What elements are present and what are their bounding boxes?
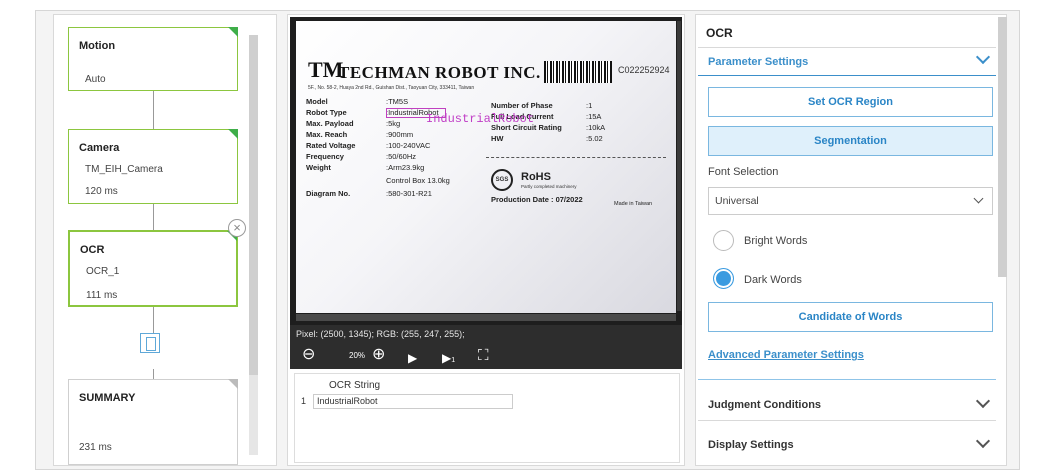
image-horizontal-scrollbar[interactable] — [296, 314, 676, 321]
chevron-up-icon[interactable] — [975, 49, 991, 65]
parameter-settings-header[interactable]: Parameter Settings — [708, 56, 808, 68]
close-node-icon[interactable]: × — [228, 219, 246, 237]
node-title: SUMMARY — [79, 392, 136, 404]
font-selection-select[interactable]: Universal — [708, 187, 993, 215]
flow-node-ocr[interactable]: OCR OCR_1 111 ms — [68, 230, 238, 307]
zoom-in-icon[interactable]: ⊕ — [372, 347, 385, 363]
spec-value: :1 — [586, 101, 593, 110]
node-title: OCR — [80, 244, 105, 256]
flow-connector — [153, 91, 154, 129]
zoom-out-icon[interactable]: ⊖ — [302, 347, 315, 363]
ocr-result-overlay: IndustrialRobot — [426, 112, 535, 126]
spec-value: :5.02 — [586, 134, 603, 143]
divider — [698, 75, 996, 76]
image-vertical-scrollbar[interactable] — [677, 21, 681, 311]
ocr-result-table: OCR String 1 IndustrialRobot — [294, 373, 680, 463]
font-selection-value: Universal — [715, 195, 759, 207]
display-settings-header[interactable]: Display Settings — [708, 439, 794, 451]
spec-key: HW — [491, 134, 504, 143]
add-node-icon[interactable] — [140, 333, 160, 353]
flow-scrollbar[interactable] — [249, 35, 258, 455]
divider — [698, 47, 996, 48]
flow-connector — [153, 204, 154, 230]
spec-key: Weight — [306, 163, 331, 172]
fit-screen-icon[interactable]: ⛶ — [478, 348, 489, 364]
judgment-conditions-header[interactable]: Judgment Conditions — [708, 399, 821, 411]
step-play-icon[interactable]: ▶1 — [442, 350, 455, 369]
node-time: 120 ms — [85, 186, 118, 197]
divider — [698, 420, 996, 421]
spec-value: :900mm — [386, 130, 414, 139]
spec-value: :15A — [586, 112, 602, 121]
spec-key: Model — [306, 97, 328, 106]
node-name: OCR_1 — [86, 266, 120, 277]
panel-title: OCR — [706, 26, 733, 40]
spec-value: :580-301-R21 — [386, 189, 432, 198]
divider — [698, 379, 996, 380]
set-ocr-region-button[interactable]: Set OCR Region — [708, 87, 993, 117]
table-header: OCR String — [329, 380, 381, 391]
chevron-down-icon — [973, 193, 984, 204]
spec-key: Max. Reach — [306, 130, 348, 139]
node-time: 231 ms — [79, 442, 112, 453]
captured-label-image: TM TECHMAN ROBOT INC. 5F., No. 58-2, Hua… — [296, 21, 676, 313]
label-address: 5F., No. 58-2, Huaya 2nd Rd., Guishan Di… — [308, 85, 475, 91]
spec-value: Control Box 13.0kg — [386, 176, 450, 185]
flow-node-camera[interactable]: Camera TM_EIH_Camera 120 ms — [68, 129, 238, 204]
spec-value: :100-240VAC — [386, 141, 431, 150]
node-title: Motion — [79, 40, 116, 52]
bright-words-label: Bright Words — [744, 235, 808, 247]
node-time: 111 ms — [86, 290, 118, 301]
rohs-subtext: Partly completed machinery — [521, 184, 577, 189]
bright-words-radio[interactable] — [713, 230, 734, 251]
candidate-of-words-button[interactable]: Candidate of Words — [708, 302, 993, 332]
chevron-down-icon[interactable] — [975, 433, 991, 449]
node-corner-flag — [228, 379, 238, 389]
flow-node-motion[interactable]: Motion Auto — [68, 27, 238, 91]
label-company: TECHMAN ROBOT INC. — [338, 63, 541, 82]
barcode — [544, 61, 612, 83]
production-date: Production Date : 07/2022 — [491, 195, 583, 204]
made-in: Made in Taiwan — [614, 201, 653, 207]
rohs-mark: RoHS — [521, 171, 551, 183]
spec-value: :10kA — [586, 123, 606, 132]
label-serial: C022252924 — [618, 65, 670, 75]
label-divider — [486, 157, 666, 158]
segmentation-button[interactable]: Segmentation — [708, 126, 993, 156]
flow-panel: Motion Auto Camera TM_EIH_Camera 120 ms … — [53, 14, 277, 466]
settings-scrollbar[interactable] — [998, 17, 1007, 277]
spec-value: :50/60Hz — [386, 152, 417, 161]
dark-words-radio[interactable] — [713, 268, 734, 289]
dark-words-label: Dark Words — [744, 274, 802, 286]
advanced-parameter-settings-link[interactable]: Advanced Parameter Settings — [708, 349, 864, 361]
ocr-settings-panel: OCR Parameter Settings Set OCR Region Se… — [695, 14, 1007, 466]
spec-value: :5kg — [386, 119, 401, 128]
spec-value: :Arm23.9kg — [386, 163, 425, 172]
node-corner-flag — [228, 27, 238, 37]
viewer-toolbar: Pixel: (2500, 1345); RGB: (255, 247, 255… — [290, 325, 682, 369]
font-selection-label: Font Selection — [708, 166, 779, 178]
image-viewer-panel: TM TECHMAN ROBOT INC. 5F., No. 58-2, Hua… — [287, 14, 685, 466]
spec-key: Max. Payload — [306, 119, 354, 128]
spec-value: :TM5S — [386, 97, 409, 106]
spec-key: Frequency — [306, 152, 344, 161]
flow-scrollbar-thumb[interactable] — [249, 35, 258, 375]
flow-node-summary[interactable]: SUMMARY 231 ms — [68, 379, 238, 465]
node-title: Camera — [79, 142, 120, 154]
node-corner-flag — [228, 129, 238, 139]
flow-connector — [153, 369, 154, 379]
spec-key: Rated Voltage — [306, 141, 356, 150]
node-name: TM_EIH_Camera — [85, 164, 163, 175]
node-mode: Auto — [85, 74, 106, 85]
spec-key: Number of Phase — [491, 101, 553, 110]
image-canvas[interactable]: TM TECHMAN ROBOT INC. 5F., No. 58-2, Hua… — [290, 17, 682, 325]
pixel-info: Pixel: (2500, 1345); RGB: (255, 247, 255… — [296, 329, 465, 339]
play-icon[interactable]: ▶ — [408, 350, 417, 366]
spec-key: Robot Type — [306, 108, 347, 117]
sgs-mark: SGS — [491, 169, 513, 191]
spec-key: Diagram No. — [306, 189, 351, 198]
chevron-down-icon[interactable] — [975, 393, 991, 409]
table-cell[interactable]: IndustrialRobot — [313, 394, 513, 409]
zoom-level: 20% — [349, 351, 366, 360]
